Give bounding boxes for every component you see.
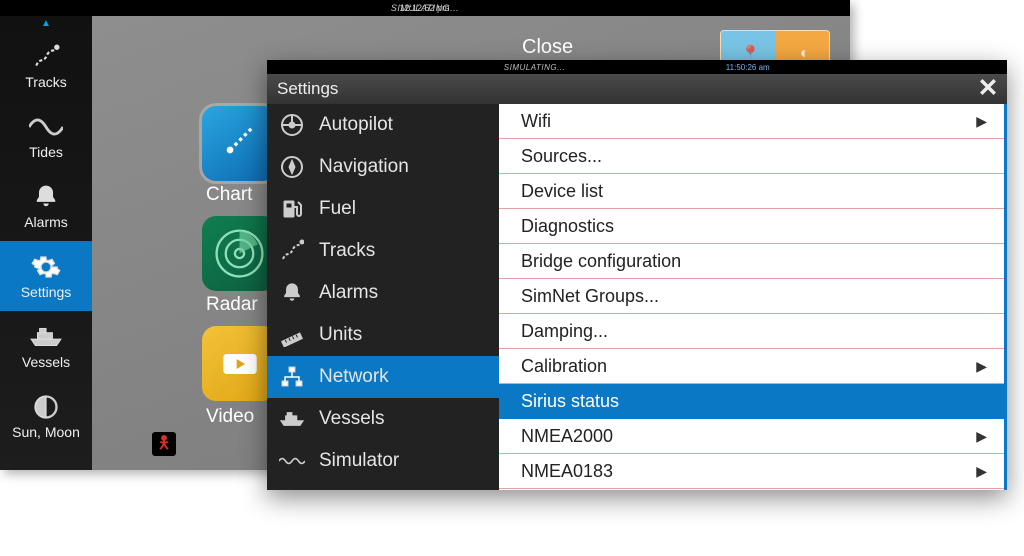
sidebar-item-settings[interactable]: Settings <box>0 241 92 311</box>
chevron-right-icon: ▶ <box>976 463 987 480</box>
bell-icon <box>29 182 63 212</box>
tides-icon <box>29 112 63 142</box>
settings-body: Autopilot Navigation Fuel Tracks Alarms <box>267 104 1007 490</box>
option-label: Damping... <box>521 321 608 342</box>
option-calibration[interactable]: Calibration ▶ <box>499 349 1007 384</box>
front-status-text: SIMULATING... <box>504 63 565 72</box>
settings-category-list: Autopilot Navigation Fuel Tracks Alarms <box>267 104 499 490</box>
network-icon <box>279 364 305 390</box>
ship-icon <box>279 406 305 432</box>
chevron-right-icon: ▶ <box>976 113 987 130</box>
tile-radar-label: Radar <box>206 294 258 316</box>
option-sources[interactable]: Sources... <box>499 139 1007 174</box>
main-sidebar: ▲ Tracks Tides Alarms Settings <box>0 16 92 470</box>
option-label: Bridge configuration <box>521 251 681 272</box>
category-label: Navigation <box>319 156 409 178</box>
sidebar-item-label: Alarms <box>24 214 68 230</box>
option-label: SimNet Groups... <box>521 286 659 307</box>
option-label: Device list <box>521 181 603 202</box>
option-label: Sources... <box>521 146 602 167</box>
tracks-icon <box>279 238 305 264</box>
category-label: Fuel <box>319 198 356 220</box>
settings-title: Settings <box>277 79 338 99</box>
front-status-time: 11:50:26 am <box>726 63 770 72</box>
mob-icon[interactable] <box>152 432 176 456</box>
category-label: Autopilot <box>319 114 393 136</box>
option-nmea2000[interactable]: NMEA2000 ▶ <box>499 419 1007 454</box>
gear-icon <box>29 252 63 282</box>
close-button[interactable]: Close <box>522 36 573 59</box>
sidebar-item-label: Tides <box>29 144 63 160</box>
sidebar-item-label: Vessels <box>22 354 70 370</box>
category-autopilot[interactable]: Autopilot <box>267 104 499 146</box>
tile-chart-label: Chart <box>206 184 252 206</box>
compass-icon <box>279 154 305 180</box>
category-tracks[interactable]: Tracks <box>267 230 499 272</box>
ship-icon <box>29 322 63 352</box>
wave-icon <box>279 448 305 474</box>
option-label: Sirius status <box>521 391 619 412</box>
sidebar-item-alarms[interactable]: Alarms <box>0 171 92 241</box>
back-status-bar: SIMULATING... 12:12:52 pm <box>0 0 850 16</box>
front-status-bar: SIMULATING... 11:50:26 am <box>267 60 1007 74</box>
category-simulator[interactable]: Simulator <box>267 440 499 482</box>
category-label: Simulator <box>319 450 399 472</box>
category-navigation[interactable]: Navigation <box>267 146 499 188</box>
option-diagnostics[interactable]: Diagnostics <box>499 209 1007 244</box>
tile-radar[interactable] <box>202 216 277 291</box>
chevron-right-icon: ▶ <box>976 428 987 445</box>
option-sirius-status[interactable]: Sirius status <box>499 384 1007 419</box>
sidebar-item-label: Settings <box>21 284 72 300</box>
category-network[interactable]: Network <box>267 356 499 398</box>
option-label: Wifi <box>521 111 551 132</box>
category-label: Units <box>319 324 362 346</box>
category-label: Alarms <box>319 282 378 304</box>
sidebar-item-tides[interactable]: Tides <box>0 101 92 171</box>
option-device-list[interactable]: Device list <box>499 174 1007 209</box>
option-wifi[interactable]: Wifi ▶ <box>499 104 1007 139</box>
sidebar-item-label: Sun, Moon <box>12 424 80 440</box>
option-label: NMEA0183 <box>521 461 613 482</box>
category-label: Network <box>319 366 389 388</box>
category-vessels[interactable]: Vessels <box>267 398 499 440</box>
sidebar-item-tracks[interactable]: Tracks <box>0 31 92 101</box>
settings-header: Settings <box>267 74 1007 104</box>
sidebar-scroll-up[interactable]: ▲ <box>0 16 92 31</box>
sun-moon-icon <box>29 392 63 422</box>
sidebar-item-label: Tracks <box>25 74 66 90</box>
settings-dialog: SIMULATING... 11:50:26 am Settings Autop… <box>267 60 1007 490</box>
option-nmea0183[interactable]: NMEA0183 ▶ <box>499 454 1007 489</box>
tile-video[interactable] <box>202 326 277 401</box>
option-label: NMEA2000 <box>521 426 613 447</box>
option-label: Diagnostics <box>521 216 614 237</box>
bell-icon <box>279 280 305 306</box>
sidebar-item-sun-moon[interactable]: Sun, Moon <box>0 381 92 451</box>
tile-video-label: Video <box>206 406 254 428</box>
category-label: Vessels <box>319 408 384 430</box>
option-simnet-groups[interactable]: SimNet Groups... <box>499 279 1007 314</box>
back-status-time: 12:12:52 pm <box>400 3 450 13</box>
chevron-right-icon: ▶ <box>976 358 987 375</box>
option-label: Calibration <box>521 356 607 377</box>
ruler-icon <box>279 322 305 348</box>
close-icon[interactable] <box>979 78 997 101</box>
category-label: Tracks <box>319 240 375 262</box>
sidebar-item-vessels[interactable]: Vessels <box>0 311 92 381</box>
tile-chart[interactable] <box>202 106 277 181</box>
fuel-pump-icon <box>279 196 305 222</box>
option-damping[interactable]: Damping... <box>499 314 1007 349</box>
category-fuel[interactable]: Fuel <box>267 188 499 230</box>
steering-wheel-icon <box>279 112 305 138</box>
category-units[interactable]: Units <box>267 314 499 356</box>
tracks-icon <box>29 42 63 72</box>
scrollbar[interactable] <box>1004 104 1007 490</box>
option-bridge-configuration[interactable]: Bridge configuration <box>499 244 1007 279</box>
category-alarms[interactable]: Alarms <box>267 272 499 314</box>
settings-option-list: Wifi ▶ Sources... Device list Diagnostic… <box>499 104 1007 490</box>
